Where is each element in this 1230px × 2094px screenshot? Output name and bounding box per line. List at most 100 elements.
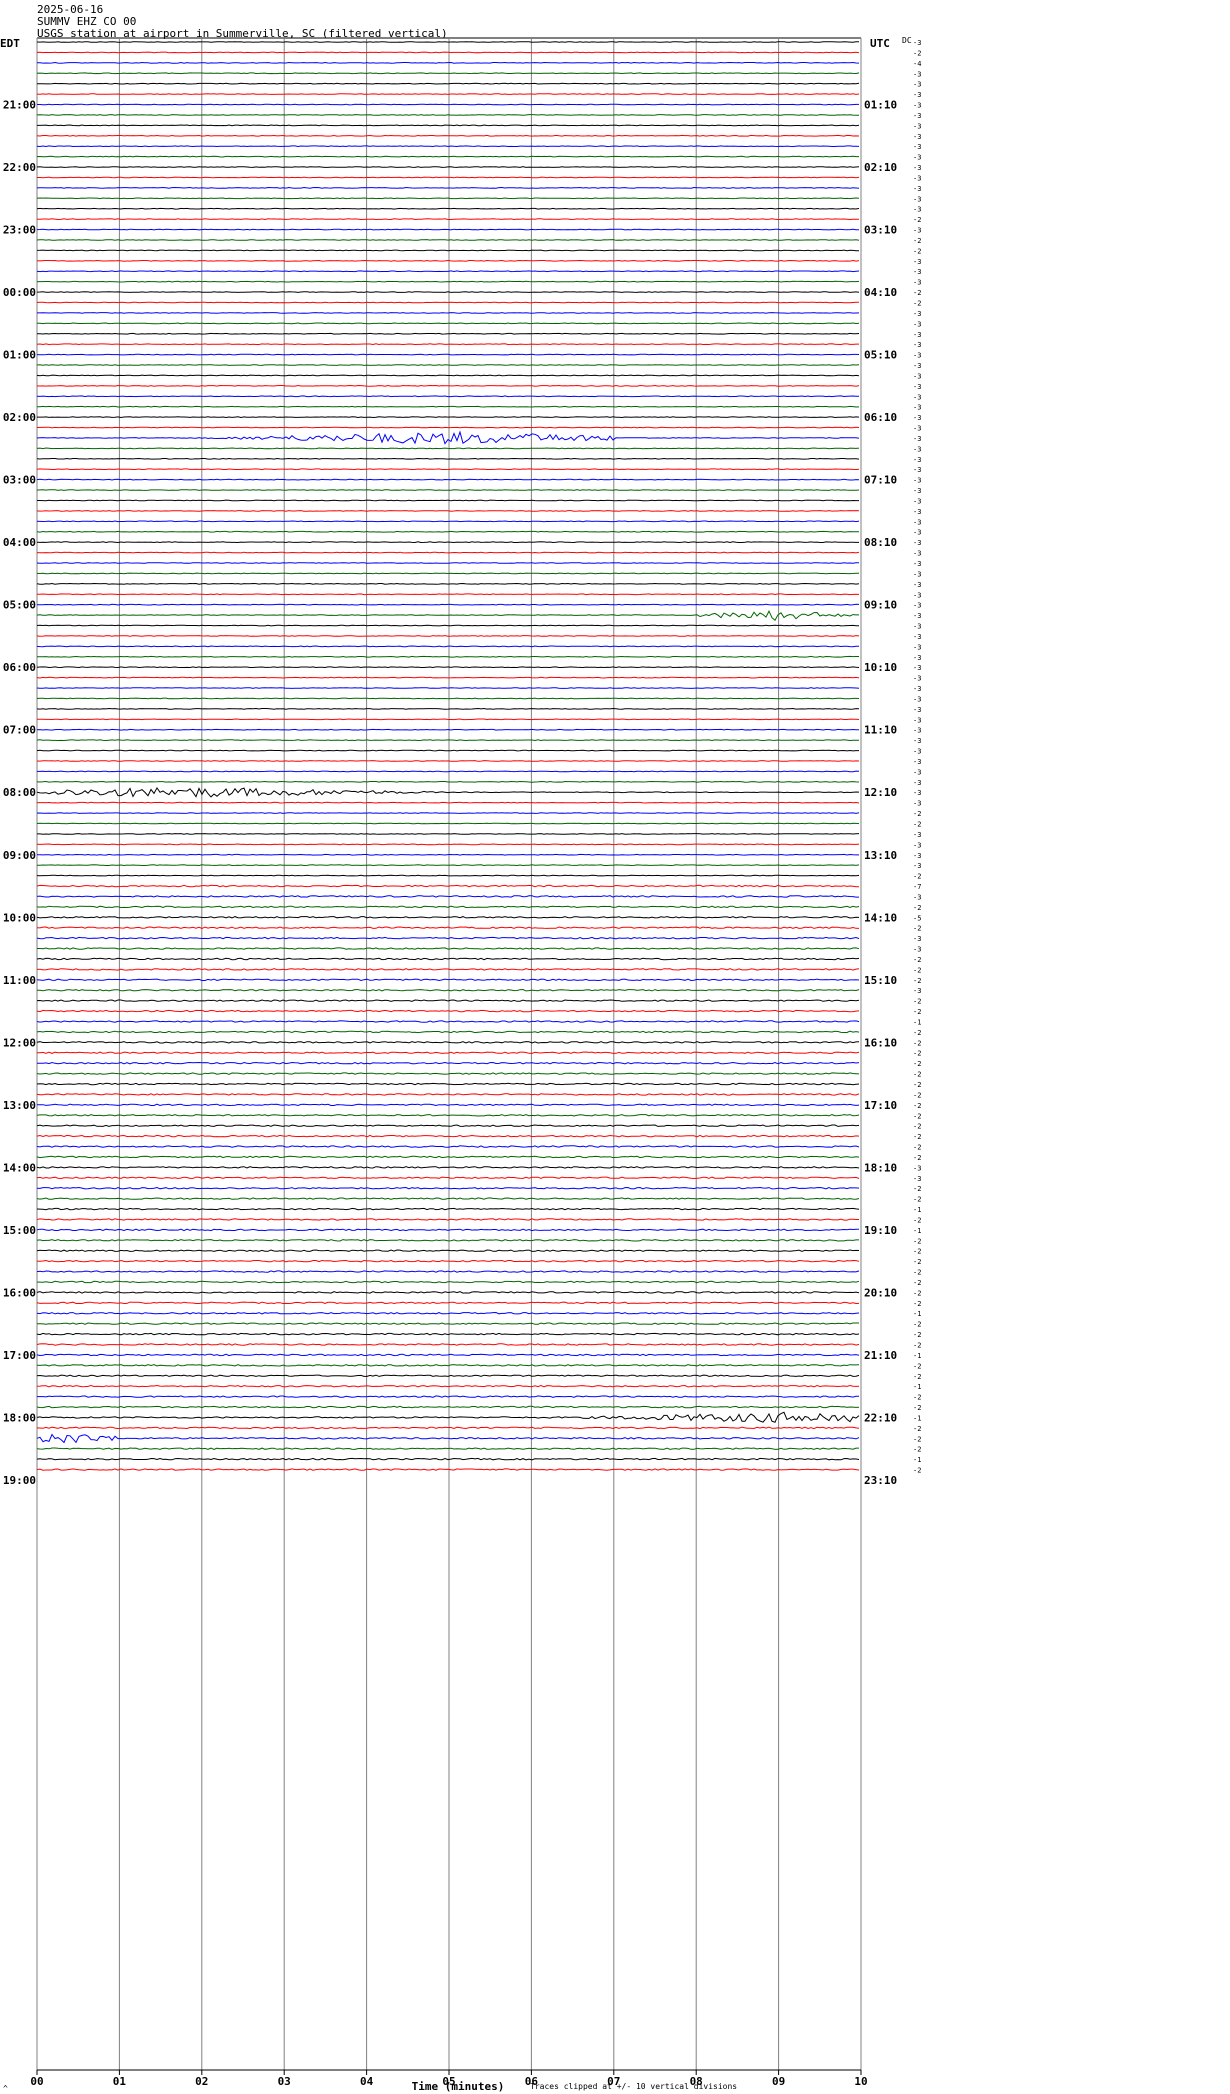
seismic-trace: [36, 1051, 860, 1054]
dc-offset-label: -3: [913, 320, 921, 328]
dc-offset-label: -3: [913, 456, 921, 464]
footer-note: Traces clipped at +/- 10 vertical divisi…: [530, 2082, 738, 2091]
edt-hour-label: 08:00: [3, 786, 36, 799]
dc-offset-label: -3: [913, 591, 921, 599]
dc-offset-label: -2: [913, 977, 921, 985]
edt-hour-label: 10:00: [3, 911, 36, 924]
seismic-trace: [36, 1197, 860, 1200]
dc-offset-label: -3: [913, 716, 921, 724]
dc-offset-label: -3: [913, 664, 921, 672]
utc-hour-label: 07:10: [864, 474, 897, 487]
seismic-trace: [37, 416, 860, 419]
seismic-trace: [36, 822, 860, 825]
dc-offset-label: -3: [913, 768, 921, 776]
dc-offset-label: -3: [913, 112, 921, 120]
edt-hour-label: 07:00: [3, 724, 36, 737]
dc-offset-label: -3: [913, 206, 921, 214]
seismic-trace: [36, 786, 860, 798]
edt-hour-label: 13:00: [3, 1099, 36, 1112]
dc-offset-label: -3: [913, 841, 921, 849]
seismic-trace: [37, 1061, 860, 1065]
dc-offset-label: -2: [913, 1039, 921, 1047]
dc-offset-label: -3: [913, 675, 921, 683]
dc-offset-label: -2: [913, 1248, 921, 1256]
seismic-trace: [36, 93, 860, 95]
dc-offset-label: -3: [913, 445, 921, 453]
dc-offset-label: -2: [913, 1144, 921, 1152]
dc-offset-label: -3: [913, 195, 921, 203]
header-description: USGS station at airport in Summerville, …: [37, 27, 448, 40]
seismic-trace: [36, 343, 859, 346]
seismic-trace: [36, 186, 860, 189]
dc-offset-label: -2: [913, 1029, 921, 1037]
dc-offset-label: -2: [913, 216, 921, 224]
seismic-trace: [37, 499, 859, 502]
seismic-trace: [36, 510, 860, 512]
seismic-trace: [36, 999, 860, 1002]
seismic-trace: [36, 728, 860, 731]
seismic-trace: [36, 145, 860, 148]
x-tick-label: 10: [854, 2075, 867, 2088]
edt-hour-label: 17:00: [3, 1349, 36, 1362]
seismic-trace: [37, 1395, 860, 1398]
seismic-trace: [36, 395, 859, 398]
dc-offset-label: -2: [913, 1133, 921, 1141]
seismic-trace: [36, 843, 860, 846]
dc-offset-label: -3: [913, 477, 921, 485]
dc-offset-label: -3: [913, 560, 921, 568]
edt-hour-label: 00:00: [3, 286, 36, 299]
dc-offset-label: -1: [913, 1352, 921, 1360]
dc-offset-label: -3: [913, 633, 921, 641]
seismic-trace: [36, 1207, 860, 1211]
dc-offset-label: -2: [913, 1071, 921, 1079]
dc-offset-label: -1: [913, 1018, 921, 1026]
dc-offset-label: -2: [913, 1279, 921, 1287]
seismic-trace: [36, 1280, 860, 1284]
edt-hour-label: 11:00: [3, 974, 36, 987]
seismic-trace: [36, 1311, 860, 1315]
seismic-trace: [36, 1176, 860, 1180]
seismic-trace: [36, 1374, 860, 1378]
seismic-trace: [36, 322, 860, 325]
dc-offset-label: -3: [913, 487, 921, 495]
seismic-trace: [36, 801, 860, 804]
seismic-trace: [37, 103, 859, 106]
seismic-trace: [37, 770, 860, 773]
seismic-trace: [36, 988, 860, 992]
dc-offset-label: -1: [913, 1456, 921, 1464]
edt-hour-label: 14:00: [3, 1161, 36, 1174]
dc-label: DC: [902, 36, 912, 45]
seismic-trace: [36, 468, 860, 471]
dc-offset-label: -3: [913, 643, 921, 651]
dc-offset-label: -3: [913, 393, 921, 401]
seismic-trace: [36, 114, 860, 116]
seismic-trace: [36, 926, 860, 929]
seismic-trace: [36, 134, 860, 137]
dc-offset-label: -3: [913, 779, 921, 787]
utc-hour-label: 09:10: [864, 599, 897, 612]
seismic-trace: [36, 541, 859, 544]
edt-hour-label: 15:00: [3, 1224, 36, 1237]
dc-offset-label: -3: [913, 800, 921, 808]
seismic-trace: [36, 72, 860, 75]
seismic-trace: [36, 1457, 860, 1461]
seismic-trace: [36, 1249, 860, 1252]
dc-offset-label: -3: [913, 581, 921, 589]
x-tick-label: 02: [195, 2075, 208, 2088]
edt-hour-label: 09:00: [3, 849, 36, 862]
dc-offset-label: -3: [913, 695, 921, 703]
dc-offset-label: -3: [913, 372, 921, 380]
seismic-trace: [37, 124, 860, 127]
seismic-trace: [36, 155, 859, 158]
dc-offset-label: -3: [913, 39, 921, 47]
dc-offset-label: -2: [913, 237, 921, 245]
seismic-trace: [36, 780, 860, 783]
dc-offset-label: -2: [913, 1102, 921, 1110]
dc-offset-label: -2: [913, 1008, 921, 1016]
seismic-trace: [36, 489, 860, 491]
dc-offset-label: -2: [913, 925, 921, 933]
dc-offset-label: -3: [913, 310, 921, 318]
seismic-trace: [36, 1186, 860, 1190]
dc-offset-label: -3: [913, 1164, 921, 1172]
utc-hour-label: 13:10: [864, 849, 897, 862]
